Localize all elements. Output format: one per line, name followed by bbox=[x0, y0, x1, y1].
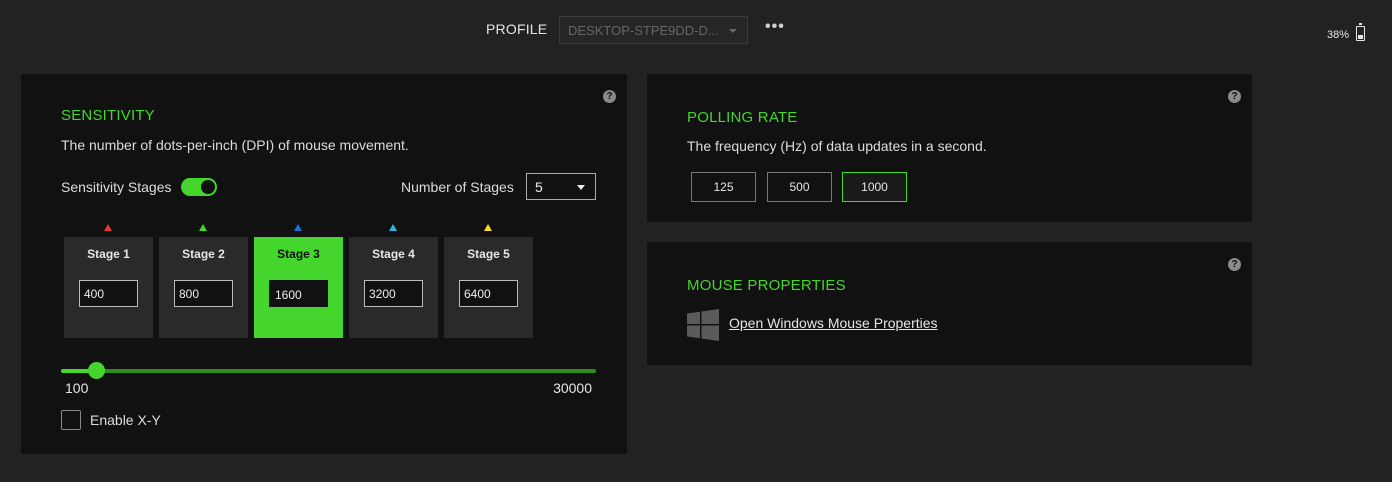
stage-1-dpi-input[interactable]: 400 bbox=[79, 280, 138, 307]
help-icon[interactable]: ? bbox=[1228, 258, 1241, 271]
polling-rate-125-button[interactable]: 125 bbox=[691, 172, 756, 202]
battery-icon bbox=[1356, 23, 1365, 41]
stage-4-dpi-input[interactable]: 3200 bbox=[364, 280, 423, 307]
stage-1-color-indicator-icon bbox=[104, 224, 112, 231]
polling-rate-panel: ? POLLING RATE The frequency (Hz) of dat… bbox=[647, 74, 1252, 222]
chevron-down-icon bbox=[577, 185, 585, 190]
stage-2-label: Stage 2 bbox=[182, 247, 225, 261]
stage-3-color-indicator-icon bbox=[294, 224, 302, 231]
windows-logo-icon bbox=[687, 309, 719, 341]
polling-rate-title: POLLING RATE bbox=[687, 109, 798, 126]
stage-3-label: Stage 3 bbox=[277, 247, 320, 261]
help-icon[interactable]: ? bbox=[603, 90, 616, 103]
stage-5-dpi-input[interactable]: 6400 bbox=[459, 280, 518, 307]
number-of-stages-dropdown[interactable]: 5 bbox=[526, 173, 596, 200]
stage-1-label: Stage 1 bbox=[87, 247, 130, 261]
battery-percentage: 38% bbox=[1327, 29, 1350, 41]
stage-4-label: Stage 4 bbox=[372, 247, 415, 261]
number-of-stages-value: 5 bbox=[535, 179, 543, 195]
toggle-knob bbox=[201, 180, 215, 194]
sensitivity-panel: ? SENSITIVITY The number of dots-per-inc… bbox=[21, 74, 627, 454]
polling-rate-description: The frequency (Hz) of data updates in a … bbox=[687, 138, 987, 154]
stage-2-color-indicator-icon bbox=[199, 224, 207, 231]
stage-5-color-indicator-icon bbox=[484, 224, 492, 231]
sensitivity-description: The number of dots-per-inch (DPI) of mou… bbox=[61, 137, 409, 153]
dpi-slider-max-label: 30000 bbox=[553, 380, 592, 396]
mouse-properties-title: MOUSE PROPERTIES bbox=[687, 277, 846, 294]
stage-5-label: Stage 5 bbox=[467, 247, 510, 261]
dpi-slider-min-label: 100 bbox=[65, 380, 89, 396]
stage-4-card[interactable]: Stage 4 3200 bbox=[349, 237, 438, 338]
chevron-down-icon bbox=[729, 29, 737, 33]
enable-xy-label: Enable X-Y bbox=[90, 412, 161, 428]
open-windows-mouse-properties-link[interactable]: Open Windows Mouse Properties bbox=[729, 315, 938, 331]
dpi-slider-track[interactable] bbox=[61, 369, 596, 373]
polling-rate-500-button[interactable]: 500 bbox=[767, 172, 832, 202]
profile-dropdown[interactable]: DESKTOP-STPE9DD-D... bbox=[559, 16, 748, 44]
stage-5-card[interactable]: Stage 5 6400 bbox=[444, 237, 533, 338]
sensitivity-stages-label: Sensitivity Stages bbox=[61, 179, 172, 195]
profile-label: PROFILE bbox=[486, 21, 548, 37]
stage-3-dpi-input[interactable]: 1600 bbox=[269, 280, 328, 307]
enable-xy-checkbox[interactable] bbox=[61, 410, 81, 430]
sensitivity-stages-toggle[interactable] bbox=[181, 178, 217, 196]
stage-1-card[interactable]: Stage 1 400 bbox=[64, 237, 153, 338]
dpi-slider-thumb[interactable] bbox=[88, 362, 105, 379]
help-icon[interactable]: ? bbox=[1228, 90, 1241, 103]
profile-value: DESKTOP-STPE9DD-D... bbox=[568, 23, 719, 38]
mouse-properties-panel: ? MOUSE PROPERTIES Open Windows Mouse Pr… bbox=[647, 242, 1252, 365]
stage-4-color-indicator-icon bbox=[389, 224, 397, 231]
stage-2-card[interactable]: Stage 2 800 bbox=[159, 237, 248, 338]
polling-rate-1000-button[interactable]: 1000 bbox=[842, 172, 907, 202]
stage-2-dpi-input[interactable]: 800 bbox=[174, 280, 233, 307]
stage-3-card[interactable]: Stage 3 1600 bbox=[254, 237, 343, 338]
number-of-stages-label: Number of Stages bbox=[401, 179, 514, 195]
more-options-button[interactable]: ••• bbox=[765, 18, 785, 36]
sensitivity-title: SENSITIVITY bbox=[61, 107, 155, 124]
